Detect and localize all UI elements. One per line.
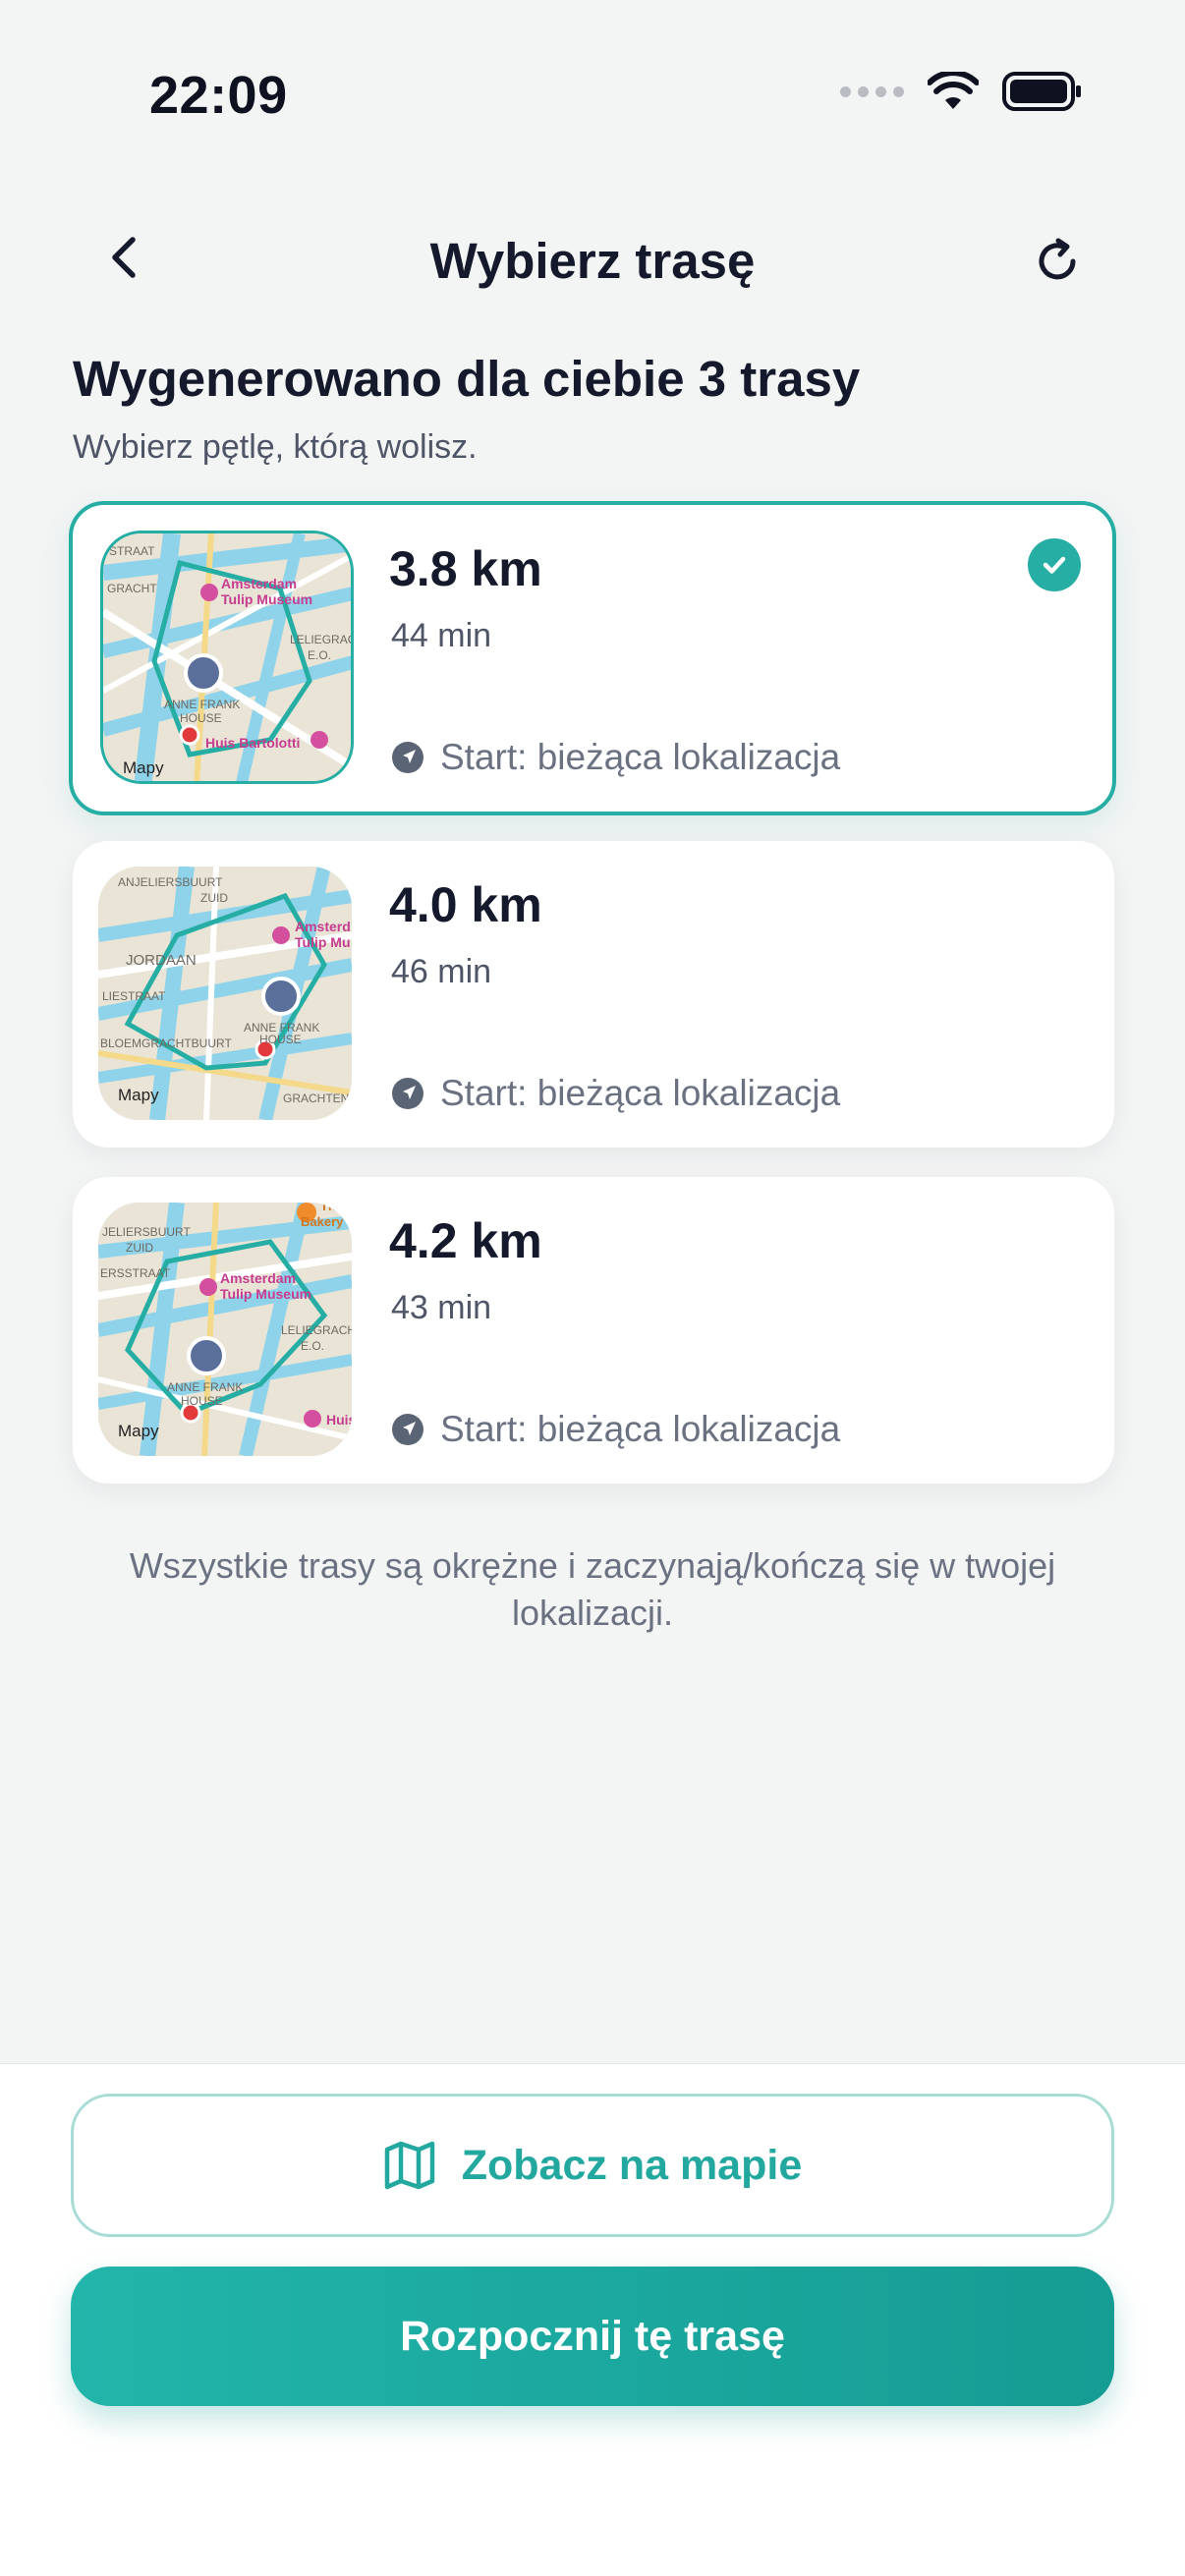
map-label: Huis <box>326 1412 352 1428</box>
map-attribution: Mapy <box>118 1086 159 1104</box>
map-label: Amsterdam <box>221 576 297 591</box>
loop-footnote: Wszystkie trasy są okrężne i zaczynają/k… <box>129 1545 1056 1633</box>
location-arrow-icon <box>392 1078 423 1109</box>
map-label: BLOEMGRACHTBUURT <box>100 1036 232 1050</box>
route-card-3[interactable]: JELIERSBUURT ZUID ERSSTRAAT The Bakery A… <box>73 1177 1114 1484</box>
route-map-thumbnail: STRAAT GRACHT Amsterdam Tulip Museum LEL… <box>100 531 354 784</box>
route-map-thumbnail: JELIERSBUURT ZUID ERSSTRAAT The Bakery A… <box>98 1203 352 1456</box>
map-label: ANJELIERSBUURT <box>118 875 223 889</box>
map-label: LELIEGRACH <box>281 1323 352 1337</box>
location-arrow-icon <box>392 742 423 773</box>
route-duration: 43 min <box>391 1289 492 1326</box>
map-label: The <box>320 1203 343 1213</box>
refresh-button[interactable] <box>1026 230 1089 293</box>
route-start-label: Start: bieżąca lokalizacja <box>440 1073 841 1113</box>
map-label: Bakery <box>301 1214 344 1229</box>
route-distance: 3.8 km <box>389 541 542 596</box>
checkmark-icon <box>1043 556 1066 574</box>
selected-checkmark <box>1028 538 1081 591</box>
start-route-button[interactable]: Rozpocznij tę trasę <box>71 2267 1114 2406</box>
route-map-thumbnail: ANJELIERSBUURT ZUID JORDAAN LIESTRAAT BL… <box>98 867 352 1120</box>
map-label: GRACHT <box>107 582 157 595</box>
route-start-label: Start: bieżąca lokalizacja <box>440 1409 841 1449</box>
route-start-label: Start: bieżąca lokalizacja <box>440 737 841 777</box>
refresh-icon <box>1039 238 1076 280</box>
map-label: JELIERSBUURT <box>102 1225 191 1239</box>
map-label: GRACHTEN <box>283 1092 349 1105</box>
route-start: Start: bieżąca lokalizacja <box>391 1409 840 1450</box>
page-title: Wybierz trasę <box>429 233 756 289</box>
map-label: HOUSE <box>180 711 222 725</box>
map-label: Amsterdam <box>220 1270 296 1286</box>
route-card-2[interactable]: ANJELIERSBUURT ZUID JORDAAN LIESTRAAT BL… <box>73 841 1114 1148</box>
map-label: LELIEGRACH <box>290 633 354 646</box>
battery-icon <box>1002 72 1081 111</box>
map-label: Amsterd <box>295 919 351 934</box>
map-label: HOUSE <box>181 1394 223 1408</box>
routes-subheading: Wybierz pętlę, którą wolisz. <box>73 428 478 466</box>
wifi-icon <box>928 72 979 109</box>
map-label: ERSSTRAAT <box>100 1266 171 1280</box>
map-label: HOUSE <box>259 1033 302 1046</box>
map-label: Tulip Museum <box>221 591 312 607</box>
route-distance: 4.0 km <box>389 877 542 932</box>
map-label: JORDAAN <box>126 952 197 969</box>
route-card-1[interactable]: STRAAT GRACHT Amsterdam Tulip Museum LEL… <box>69 501 1116 815</box>
map-attribution: Mapy <box>123 758 164 777</box>
route-start: Start: bieżąca lokalizacja <box>391 737 840 778</box>
map-label: Huis Bartolotti <box>205 735 300 751</box>
route-duration: 44 min <box>391 617 492 654</box>
map-label: STRAAT <box>109 544 155 558</box>
route-distance: 4.2 km <box>389 1213 542 1268</box>
bottom-action-bar: Zobacz na mapie Rozpocznij tę trasę <box>0 2063 1185 2576</box>
status-time: 22:09 <box>149 66 288 125</box>
map-label: Tulip Museum <box>220 1286 311 1302</box>
map-label: E.O. <box>301 1339 324 1353</box>
map-attribution: Mapy <box>118 1422 159 1440</box>
view-on-map-button[interactable]: Zobacz na mapie <box>71 2094 1114 2237</box>
view-on-map-label: Zobacz na mapie <box>461 2141 803 2189</box>
location-arrow-icon <box>392 1414 423 1445</box>
map-label: ZUID <box>126 1241 153 1255</box>
map-label: ZUID <box>200 891 228 905</box>
status-indicators <box>840 71 1083 112</box>
route-duration: 46 min <box>391 953 492 990</box>
map-label: ANNE FRANK <box>167 1380 243 1394</box>
route-picker-screen: 22:09 Wybierz trasę Wygenerowano dla cie… <box>0 0 1185 2576</box>
map-label: LIESTRAAT <box>102 989 166 1003</box>
map-label: Tulip Mu <box>295 934 351 950</box>
cellular-signal-icon <box>840 85 904 97</box>
map-icon <box>384 2141 434 2190</box>
map-label: E.O. <box>308 648 331 662</box>
route-start: Start: bieżąca lokalizacja <box>391 1073 840 1114</box>
map-label: ANNE FRANK <box>164 698 240 711</box>
routes-heading: Wygenerowano dla ciebie 3 trasy <box>73 351 861 407</box>
